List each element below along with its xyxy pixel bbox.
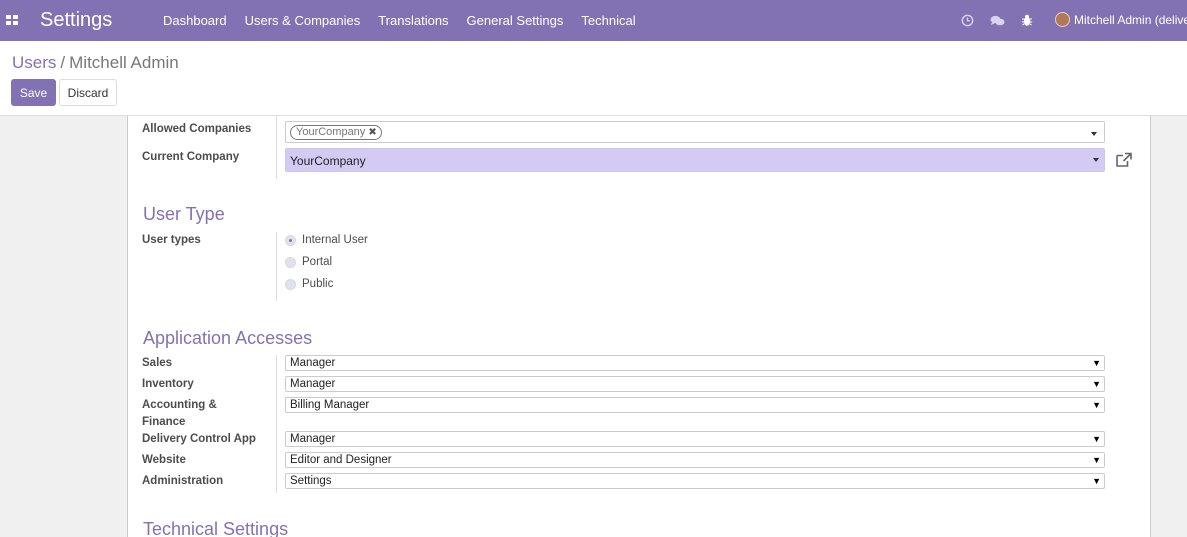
administration-select[interactable]: Settings ▼: [285, 473, 1105, 489]
user-name: Mitchell Admin (delive: [1074, 12, 1187, 27]
save-button[interactable]: Save: [11, 79, 56, 106]
allowed-companies-label: Allowed Companies: [142, 123, 252, 135]
avatar: [1055, 12, 1070, 27]
inventory-value: Manager: [290, 378, 336, 390]
chat-icon[interactable]: [982, 15, 1012, 27]
radio-public[interactable]: Public: [285, 278, 333, 290]
accounting-label: Accounting & Finance: [142, 399, 217, 428]
menu-item-technical[interactable]: Technical: [572, 13, 644, 28]
radio-internal-user[interactable]: Internal User: [285, 234, 368, 246]
bug-icon[interactable]: [1012, 14, 1042, 27]
caret-down-icon: ▼: [1092, 476, 1101, 486]
administration-value: Settings: [290, 475, 332, 487]
website-label: Website: [142, 454, 186, 466]
systray: [952, 0, 1042, 41]
sales-label: Sales: [142, 357, 173, 369]
remove-tag-icon[interactable]: ✖: [368, 126, 376, 139]
menu-item-translations[interactable]: Translations: [369, 13, 457, 28]
caret-down-icon: ▼: [1092, 379, 1101, 389]
current-company-value: YourCompany: [290, 154, 366, 168]
caret-down-icon: ▼: [1092, 455, 1101, 465]
accounting-select[interactable]: Billing Manager ▼: [285, 397, 1105, 413]
radio-label: Portal: [302, 256, 333, 268]
menu-item-users-companies[interactable]: Users & Companies: [236, 13, 370, 28]
delivery-control-value: Manager: [290, 433, 336, 445]
sales-value: Manager: [290, 357, 336, 369]
breadcrumb-current: Mitchell Admin: [69, 53, 179, 72]
app-title[interactable]: Settings: [40, 9, 112, 32]
inventory-select[interactable]: Manager ▼: [285, 376, 1105, 392]
inventory-label: Inventory: [142, 378, 194, 390]
section-title-user-type: User Type: [143, 204, 225, 224]
administration-label: Administration: [142, 475, 224, 487]
radio-button-checked[interactable]: [285, 234, 296, 246]
clock-icon[interactable]: [952, 14, 982, 27]
website-value: Editor and Designer: [290, 454, 392, 466]
allowed-companies-field[interactable]: YourCompany ✖: [285, 121, 1105, 143]
radio-label: Public: [302, 278, 334, 290]
group-divider: [276, 355, 277, 493]
breadcrumb-users-link[interactable]: Users: [12, 53, 56, 72]
sales-select[interactable]: Manager ▼: [285, 355, 1105, 371]
delivery-control-label: Delivery Control App: [142, 433, 256, 445]
user-menu[interactable]: Mitchell Admin (delive: [1055, 12, 1187, 27]
radio-label: Internal User: [302, 234, 368, 246]
caret-down-icon: ▼: [1092, 400, 1101, 410]
company-tag-label: YourCompany: [296, 126, 366, 138]
radio-button[interactable]: [285, 278, 296, 290]
external-link-icon[interactable]: [1115, 152, 1133, 168]
control-panel: Users / Mitchell Admin Save Discard: [0, 41, 1187, 116]
current-company-field[interactable]: YourCompany: [285, 148, 1105, 172]
accounting-value: Billing Manager: [290, 399, 370, 411]
group-divider: [276, 232, 277, 301]
main-menu: Dashboard Users & Companies Translations…: [154, 0, 645, 41]
top-navbar: Settings Dashboard Users & Companies Tra…: [0, 0, 1187, 41]
apps-icon[interactable]: [6, 15, 18, 25]
website-select[interactable]: Editor and Designer ▼: [285, 452, 1105, 468]
breadcrumb: Users / Mitchell Admin: [12, 53, 179, 73]
group-divider: [276, 116, 277, 179]
menu-item-dashboard[interactable]: Dashboard: [154, 13, 236, 28]
discard-button[interactable]: Discard: [59, 79, 117, 106]
caret-down-icon[interactable]: [1091, 132, 1097, 136]
section-title-technical-settings: Technical Settings: [143, 519, 289, 537]
breadcrumb-separator: /: [60, 53, 66, 72]
delivery-control-select[interactable]: Manager ▼: [285, 431, 1105, 447]
caret-down-icon: ▼: [1092, 358, 1101, 368]
company-tag: YourCompany ✖: [290, 125, 382, 140]
menu-item-general-settings[interactable]: General Settings: [458, 13, 573, 28]
caret-down-icon[interactable]: [1093, 158, 1099, 162]
radio-button[interactable]: [285, 256, 296, 268]
user-types-label: User types: [142, 234, 201, 246]
radio-portal[interactable]: Portal: [285, 256, 332, 268]
section-title-application-accesses: Application Accesses: [143, 328, 313, 348]
caret-down-icon: ▼: [1092, 434, 1101, 444]
current-company-label: Current Company: [142, 151, 240, 163]
form-sheet: Allowed Companies YourCompany ✖ Current …: [127, 116, 1151, 537]
